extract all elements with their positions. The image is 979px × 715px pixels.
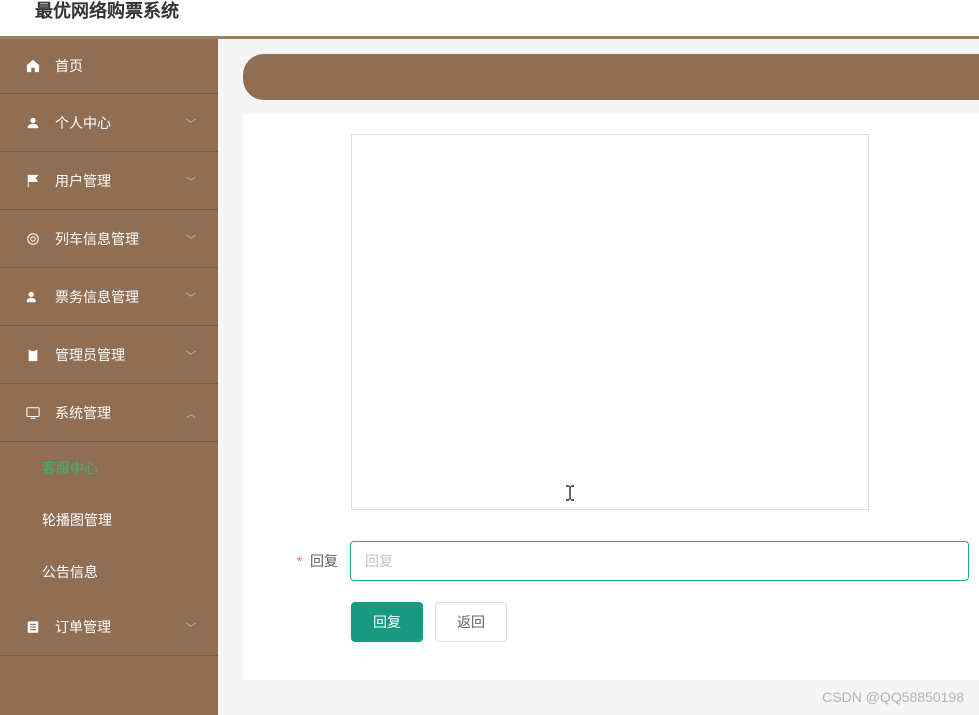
list-icon	[25, 619, 41, 635]
content: * 回复 回复 返回 CSDN @QQ58850198	[218, 39, 979, 715]
sidebar-sub-label: 公告信息	[42, 562, 98, 582]
reply-label-text: 回复	[310, 553, 338, 569]
layout: 首页 个人中心 ﹀ 用户管理 ﹀ 列车信息管理 ﹀	[0, 39, 979, 715]
home-icon	[25, 58, 41, 74]
back-button[interactable]: 返回	[435, 602, 507, 642]
sidebar-item-orders[interactable]: 订单管理 ﹀	[0, 598, 218, 656]
user-icon	[25, 115, 41, 131]
chevron-down-icon: ﹀	[186, 173, 196, 188]
sidebar-sub-notices[interactable]: 公告信息	[0, 546, 218, 598]
sidebar-item-trains[interactable]: 列车信息管理 ﹀	[0, 210, 218, 268]
sidebar: 首页 个人中心 ﹀ 用户管理 ﹀ 列车信息管理 ﹀	[0, 39, 218, 715]
required-star: *	[297, 553, 302, 569]
ticket-icon	[25, 289, 41, 305]
chevron-down-icon: ﹀	[186, 619, 196, 634]
sidebar-item-label: 系统管理	[55, 403, 111, 423]
sidebar-item-home[interactable]: 首页	[0, 39, 218, 94]
chevron-down-icon: ﹀	[186, 231, 196, 246]
watermark: CSDN @QQ58850198	[822, 689, 964, 705]
sidebar-sub-label: 客服中心	[42, 458, 98, 478]
sidebar-item-tickets[interactable]: 票务信息管理 ﹀	[0, 268, 218, 326]
chevron-down-icon: ﹀	[186, 115, 196, 130]
message-textarea-wrap	[351, 134, 869, 510]
sidebar-item-admins[interactable]: 管理员管理 ﹀	[0, 326, 218, 384]
sidebar-item-system[interactable]: 系统管理 ︿	[0, 384, 218, 442]
sidebar-item-label: 列车信息管理	[55, 229, 139, 249]
reply-input[interactable]	[350, 541, 969, 581]
reply-row: * 回复	[243, 541, 969, 581]
app-title: 最优网络购票系统	[35, 0, 179, 22]
header: 最优网络购票系统	[0, 0, 979, 39]
chevron-down-icon: ﹀	[186, 289, 196, 304]
clipboard-icon	[25, 347, 41, 363]
sidebar-item-label: 管理员管理	[55, 345, 125, 365]
back-button-label: 返回	[457, 612, 485, 632]
sidebar-item-label: 订单管理	[55, 617, 111, 637]
sidebar-item-label: 个人中心	[55, 113, 111, 133]
content-top-bar	[243, 54, 979, 100]
button-row: 回复 返回	[351, 602, 507, 642]
submit-button-label: 回复	[373, 612, 401, 632]
reply-label: * 回复	[243, 551, 350, 571]
message-textarea[interactable]	[352, 135, 868, 509]
flag-icon	[25, 173, 41, 189]
sidebar-sub-label: 轮播图管理	[42, 510, 112, 530]
sidebar-item-users[interactable]: 用户管理 ﹀	[0, 152, 218, 210]
submit-button[interactable]: 回复	[351, 602, 423, 642]
sidebar-item-label: 票务信息管理	[55, 287, 139, 307]
sidebar-item-label: 首页	[55, 56, 83, 76]
sidebar-item-label: 用户管理	[55, 171, 111, 191]
chevron-down-icon: ﹀	[186, 347, 196, 362]
train-icon	[25, 231, 41, 247]
monitor-icon	[25, 405, 41, 421]
chevron-up-icon: ︿	[186, 405, 196, 420]
sidebar-item-profile[interactable]: 个人中心 ﹀	[0, 94, 218, 152]
form-panel: * 回复 回复 返回	[243, 114, 979, 680]
sidebar-sub-customer-service[interactable]: 客服中心	[0, 442, 218, 494]
sidebar-sub-carousel[interactable]: 轮播图管理	[0, 494, 218, 546]
